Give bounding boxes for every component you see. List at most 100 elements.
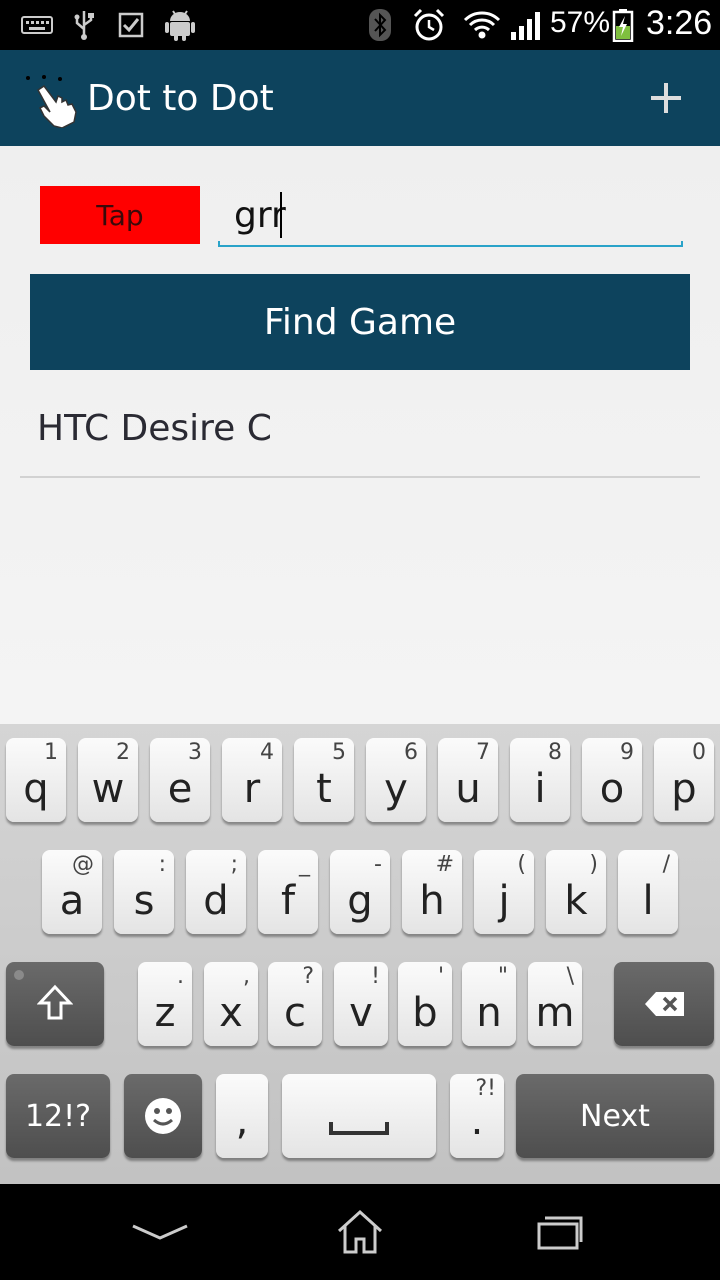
input-underline [218,241,683,247]
key-hint: . [177,964,184,989]
key-hint: ) [589,852,598,877]
key-s[interactable]: :s [114,850,174,934]
tap-button[interactable]: Tap [40,186,200,244]
alarm-icon [410,8,448,42]
shift-key[interactable] [6,962,104,1046]
key-m[interactable]: \ m [528,962,582,1046]
navigation-bar [0,1184,720,1280]
main-content: Tap Find Game HTC Desire C [0,146,720,724]
key-hint: ( [517,852,526,877]
key-e[interactable]: 3e [150,738,210,822]
key-label: w [91,766,125,812]
key-k[interactable]: ) k [546,850,606,934]
key-label: p [671,766,697,812]
backspace-key[interactable] [614,962,714,1046]
key-v[interactable]: ! v [334,962,388,1046]
key-hint: 1 [44,740,58,765]
key-label: m [535,990,575,1036]
key-label: e [167,766,193,812]
key-hint: ' [437,964,444,989]
key-h[interactable]: # h [402,850,462,934]
smiley-icon [145,1098,181,1134]
key-d[interactable]: ; d [186,850,246,934]
emoji-key[interactable] [124,1074,202,1158]
keyboard-icon [20,8,54,42]
key-label: l [642,878,654,924]
list-item[interactable]: HTC Desire C [20,386,700,478]
soft-keyboard: 1q 2w 3e 4r 5t 6y 7u 8i 9o 0p @ a :s ; d _… [0,724,720,1184]
key-label: a [59,878,85,924]
symbols-key[interactable]: 12!? [6,1074,110,1158]
shift-indicator-icon [14,970,24,980]
key-p[interactable]: 0p [654,738,714,822]
key-hint: 6 [404,740,418,765]
key-n[interactable]: " n [462,962,516,1046]
backspace-icon [645,992,684,1016]
clock-time: 3:26 [646,4,713,42]
key-label: f [280,878,296,924]
recent-apps-icon[interactable] [520,1204,600,1260]
key-b[interactable]: ' b [398,962,452,1046]
key-t[interactable]: 5t [294,738,354,822]
key-i[interactable]: 8i [510,738,570,822]
key-hint: 8 [548,740,562,765]
add-button[interactable] [636,68,696,128]
comma-key[interactable]: , [216,1074,268,1158]
shift-arrow-icon [37,984,73,1020]
period-key[interactable]: ?!. [450,1074,504,1158]
key-r[interactable]: 4r [222,738,282,822]
key-label: c [284,990,306,1036]
key-l[interactable]: / l [618,850,678,934]
text-cursor [280,192,282,238]
device-name: HTC Desire C [37,408,272,449]
next-key[interactable]: Next [516,1074,714,1158]
battery-charging-icon [610,8,636,42]
key-label: x [219,990,243,1036]
key-label: j [498,878,510,924]
battery-percentage: 57% [550,6,611,39]
usb-icon [70,8,98,42]
key-y[interactable]: 6y [366,738,426,822]
key-hint: 5 [332,740,346,765]
key-label: 12!? [24,1099,92,1134]
key-q[interactable]: 1q [6,738,66,822]
key-hint: 2 [116,740,130,765]
key-j[interactable]: (j [474,850,534,934]
key-hint: # [435,852,454,877]
key-label: z [154,990,176,1036]
wifi-icon [462,8,502,42]
status-bar: 57% 3:26 [0,0,720,50]
key-label: n [476,990,502,1036]
key-x[interactable]: ,x [204,962,258,1046]
key-hint: - [374,852,382,877]
key-w[interactable]: 2w [78,738,138,822]
home-icon[interactable] [320,1204,400,1260]
key-f[interactable]: _ f [258,850,318,934]
key-label: k [564,878,588,924]
plus-icon [651,83,681,113]
key-hint: / [662,852,670,877]
key-label: q [23,766,49,812]
key-label: h [419,878,445,924]
key-o[interactable]: 9o [582,738,642,822]
key-g[interactable]: -g [330,850,390,934]
signal-icon [508,8,544,42]
key-u[interactable]: 7u [438,738,498,822]
game-name-input[interactable] [218,184,683,246]
app-title: Dot to Dot [87,78,274,119]
key-hint: _ [299,852,310,877]
hide-keyboard-chevron-icon[interactable] [120,1204,200,1260]
space-key[interactable] [282,1074,436,1158]
key-label: Next [580,1099,650,1134]
key-hint: " [497,964,508,989]
key-c[interactable]: ? c [268,962,322,1046]
key-label: b [412,990,438,1036]
space-bar-icon [329,1122,389,1135]
key-z[interactable]: .z [138,962,192,1046]
key-label: . [470,1098,484,1144]
key-hint: \ [566,964,574,989]
key-hint: 3 [188,740,202,765]
key-hint: ; [230,852,238,877]
find-game-button[interactable]: Find Game [30,274,690,370]
key-a[interactable]: @ a [42,850,102,934]
